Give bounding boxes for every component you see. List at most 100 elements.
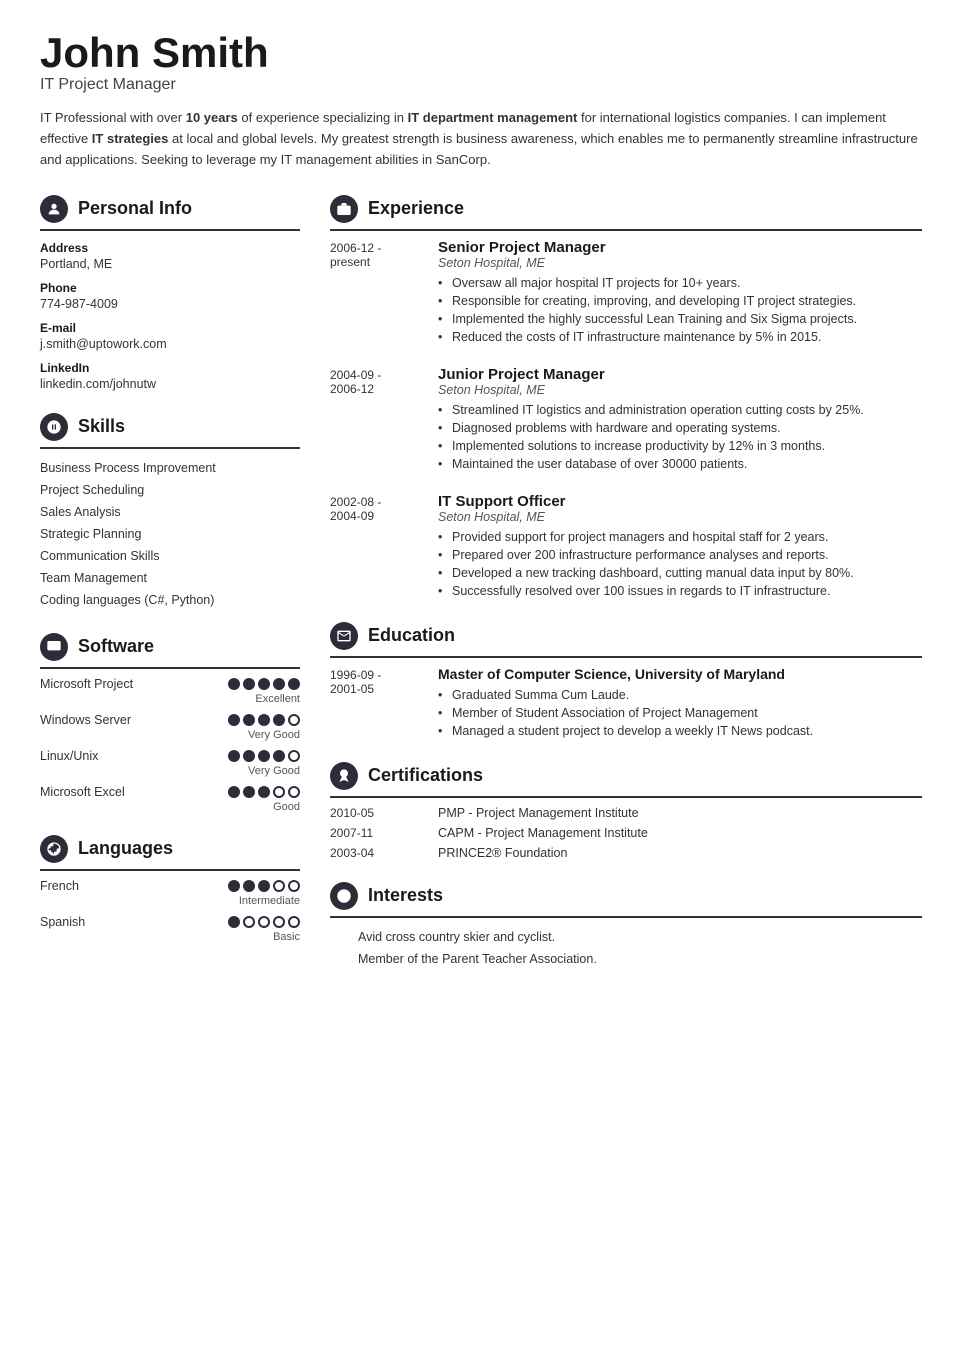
- name: John Smith: [40, 30, 922, 76]
- dot-filled: [243, 750, 255, 762]
- exp-company: Seton Hospital, ME: [438, 510, 922, 524]
- right-column: Experience 2006-12 -present Senior Proje…: [330, 195, 922, 992]
- address-label: Address: [40, 241, 300, 255]
- skill-item: Team Management: [40, 567, 300, 589]
- cert-entry: 2010-05 PMP - Project Management Institu…: [330, 806, 922, 820]
- exp-job-title: Junior Project Manager: [438, 366, 922, 383]
- skill-item: Communication Skills: [40, 545, 300, 567]
- skill-item: Strategic Planning: [40, 523, 300, 545]
- edu-date: 1996-09 -2001-05: [330, 666, 420, 740]
- certifications-section: Certifications 2010-05 PMP - Project Man…: [330, 762, 922, 860]
- address-block: Address Portland, ME: [40, 241, 300, 271]
- skills-section: Skills Business Process Improvement Proj…: [40, 413, 300, 611]
- address-value: Portland, ME: [40, 257, 300, 271]
- dot-empty: [258, 916, 270, 928]
- experience-header: Experience: [330, 195, 922, 231]
- skills-list: Business Process Improvement Project Sch…: [40, 457, 300, 611]
- cert-date: 2003-04: [330, 846, 420, 860]
- language-entry: French Intermediate: [40, 879, 300, 907]
- lang-dots: [228, 880, 300, 892]
- software-icon: [40, 633, 68, 661]
- edu-bullet: Managed a student project to develop a w…: [438, 722, 922, 740]
- skill-item: Project Scheduling: [40, 479, 300, 501]
- dot-empty: [273, 916, 285, 928]
- exp-content: Senior Project Manager Seton Hospital, M…: [438, 239, 922, 346]
- dot-empty: [288, 880, 300, 892]
- skills-icon: [40, 413, 68, 441]
- email-value: j.smith@uptowork.com: [40, 337, 300, 351]
- dot-filled: [243, 786, 255, 798]
- personal-info-header: Personal Info: [40, 195, 300, 231]
- lang-level: Intermediate: [40, 895, 300, 907]
- job-title: IT Project Manager: [40, 76, 922, 94]
- skills-header: Skills: [40, 413, 300, 449]
- exp-entry: 2006-12 -present Senior Project Manager …: [330, 239, 922, 346]
- software-name: Microsoft Project: [40, 677, 140, 691]
- cert-name: PRINCE2® Foundation: [438, 846, 567, 860]
- software-level: Very Good: [40, 765, 300, 777]
- interests-header: Interests: [330, 882, 922, 918]
- exp-bullet: Responsible for creating, improving, and…: [438, 292, 922, 310]
- main-layout: Personal Info Address Portland, ME Phone…: [40, 195, 922, 992]
- software-dots: [228, 714, 300, 726]
- dot-filled: [228, 916, 240, 928]
- software-level: Good: [40, 801, 300, 813]
- exp-bullet: Maintained the user database of over 300…: [438, 455, 922, 473]
- header: John Smith IT Project Manager IT Profess…: [40, 30, 922, 171]
- edu-bullet: Member of Student Association of Project…: [438, 704, 922, 722]
- dot-empty: [288, 714, 300, 726]
- software-header: Software: [40, 633, 300, 669]
- exp-bullet: Successfully resolved over 100 issues in…: [438, 582, 922, 600]
- dot-filled: [243, 714, 255, 726]
- cert-name: PMP - Project Management Institute: [438, 806, 639, 820]
- linkedin-value: linkedin.com/johnutw: [40, 377, 300, 391]
- exp-bullets: Streamlined IT logistics and administrat…: [438, 401, 922, 473]
- cert-date: 2007-11: [330, 826, 420, 840]
- dot-filled: [258, 880, 270, 892]
- interests-section: Interests Avid cross country skier and c…: [330, 882, 922, 970]
- exp-company: Seton Hospital, ME: [438, 383, 922, 397]
- certifications-header: Certifications: [330, 762, 922, 798]
- exp-bullet: Implemented solutions to increase produc…: [438, 437, 922, 455]
- exp-bullet: Prepared over 200 infrastructure perform…: [438, 546, 922, 564]
- dot-empty: [273, 786, 285, 798]
- education-section: Education 1996-09 -2001-05 Master of Com…: [330, 622, 922, 740]
- dot-filled: [258, 678, 270, 690]
- interest-item: Avid cross country skier and cyclist.: [344, 926, 922, 948]
- email-block: E-mail j.smith@uptowork.com: [40, 321, 300, 351]
- dot-empty: [273, 880, 285, 892]
- certifications-title: Certifications: [368, 765, 483, 786]
- dot-filled: [228, 678, 240, 690]
- education-icon: [330, 622, 358, 650]
- personal-info-section: Personal Info Address Portland, ME Phone…: [40, 195, 300, 391]
- dot-filled: [273, 678, 285, 690]
- lang-level: Basic: [40, 931, 300, 943]
- dot-empty: [288, 750, 300, 762]
- dot-filled: [228, 786, 240, 798]
- exp-bullet: Diagnosed problems with hardware and ope…: [438, 419, 922, 437]
- dot-filled: [258, 750, 270, 762]
- languages-header: Languages: [40, 835, 300, 871]
- edu-content: Master of Computer Science, University o…: [438, 666, 922, 740]
- exp-bullets: Provided support for project managers an…: [438, 528, 922, 600]
- exp-job-title: IT Support Officer: [438, 493, 922, 510]
- software-entry: Linux/Unix Very Good: [40, 749, 300, 777]
- phone-block: Phone 774-987-4009: [40, 281, 300, 311]
- dot-filled: [258, 786, 270, 798]
- dot-filled: [288, 678, 300, 690]
- certifications-icon: [330, 762, 358, 790]
- education-header: Education: [330, 622, 922, 658]
- phone-label: Phone: [40, 281, 300, 295]
- exp-date: 2006-12 -present: [330, 239, 420, 346]
- exp-bullet: Developed a new tracking dashboard, cutt…: [438, 564, 922, 582]
- cert-entry: 2003-04 PRINCE2® Foundation: [330, 846, 922, 860]
- summary: IT Professional with over 10 years of ex…: [40, 108, 920, 170]
- language-entry: Spanish Basic: [40, 915, 300, 943]
- cert-name: CAPM - Project Management Institute: [438, 826, 648, 840]
- exp-content: Junior Project Manager Seton Hospital, M…: [438, 366, 922, 473]
- software-entry: Windows Server Very Good: [40, 713, 300, 741]
- exp-content: IT Support Officer Seton Hospital, ME Pr…: [438, 493, 922, 600]
- exp-bullet: Oversaw all major hospital IT projects f…: [438, 274, 922, 292]
- person-icon: [40, 195, 68, 223]
- software-section: Software Microsoft Project Excellent: [40, 633, 300, 813]
